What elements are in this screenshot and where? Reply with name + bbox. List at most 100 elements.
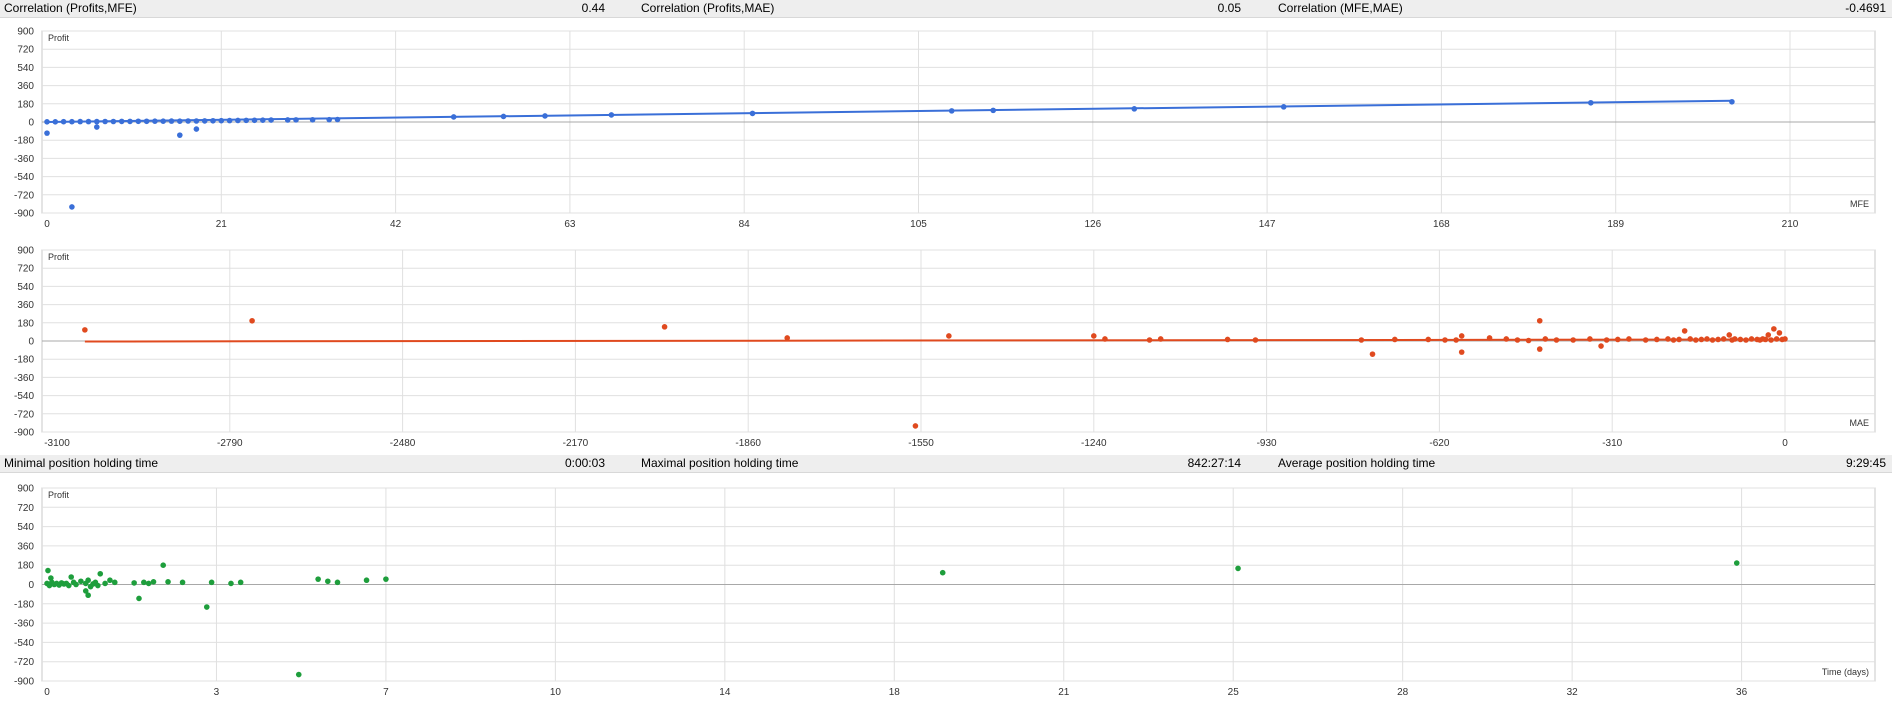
data-point — [228, 580, 234, 587]
data-point — [1698, 336, 1705, 343]
y-tick-label: 900 — [17, 484, 34, 495]
y-tick-label: 360 — [17, 541, 34, 552]
y-axis-title: Profit — [48, 33, 70, 43]
x-tick-label: 10 — [550, 687, 562, 698]
data-point — [749, 110, 756, 117]
data-point — [1587, 336, 1593, 342]
data-point — [1224, 336, 1231, 343]
data-point — [60, 118, 67, 125]
x-tick-label: 189 — [1607, 219, 1624, 230]
y-tick-label: 360 — [17, 81, 34, 92]
y-tick-label: -540 — [14, 172, 34, 183]
data-point — [141, 579, 147, 586]
x-tick-label: -310 — [1602, 438, 1622, 449]
data-point — [73, 581, 79, 588]
data-point — [1458, 349, 1465, 355]
data-point — [1235, 565, 1241, 572]
data-point — [1765, 332, 1772, 338]
data-point — [69, 118, 75, 125]
data-point — [1773, 336, 1780, 342]
corr-profits-mae-value: 0.05 — [1217, 1, 1241, 15]
min-hold-value: 0:00:03 — [564, 456, 605, 470]
data-point — [85, 592, 91, 599]
data-point — [268, 117, 274, 123]
y-tick-label: -540 — [14, 391, 34, 402]
data-point — [243, 117, 249, 124]
x-axis-title: MAE — [1849, 418, 1869, 428]
data-point — [165, 579, 171, 585]
x-tick-label: -930 — [1257, 438, 1277, 449]
data-point — [127, 118, 133, 125]
x-tick-label: 21 — [216, 219, 228, 230]
data-point — [1157, 336, 1164, 342]
data-point — [97, 570, 104, 577]
data-point — [1782, 336, 1788, 342]
data-point — [1514, 337, 1521, 343]
y-tick-label: 720 — [17, 45, 34, 56]
data-point — [1704, 336, 1710, 342]
x-tick-label: 18 — [889, 687, 901, 698]
data-point — [44, 118, 50, 125]
data-point — [85, 118, 92, 125]
min-hold-label: Minimal position holding time — [4, 456, 159, 470]
data-point — [284, 117, 291, 123]
data-point — [78, 578, 84, 585]
data-point — [1252, 337, 1259, 343]
data-point — [334, 579, 341, 586]
data-point — [208, 579, 215, 586]
y-tick-label: 0 — [28, 118, 34, 129]
data-point — [94, 124, 100, 130]
y-tick-label: 540 — [17, 63, 34, 74]
data-point — [1743, 337, 1749, 343]
data-point — [1737, 336, 1744, 343]
x-tick-label: 0 — [44, 687, 50, 698]
data-point — [1732, 336, 1738, 342]
x-tick-label: -1240 — [1081, 438, 1107, 449]
data-point — [160, 562, 166, 568]
y-tick-label: -180 — [14, 136, 34, 147]
data-point — [1536, 317, 1543, 324]
x-tick-label: -1550 — [908, 438, 934, 449]
x-tick-label: 25 — [1228, 687, 1240, 698]
data-point — [784, 335, 791, 341]
x-tick-label: 32 — [1567, 687, 1579, 698]
data-point — [44, 130, 50, 136]
y-tick-label: 180 — [17, 318, 34, 329]
data-point — [111, 579, 118, 586]
y-tick-label: -180 — [14, 599, 34, 610]
y-tick-label: 180 — [17, 99, 34, 110]
data-point — [168, 118, 175, 124]
data-point — [542, 113, 548, 119]
data-point — [1358, 337, 1365, 343]
x-tick-label: -620 — [1429, 438, 1449, 449]
data-point — [65, 582, 72, 589]
data-point — [1681, 328, 1688, 334]
data-point — [160, 118, 166, 124]
data-point — [260, 117, 266, 123]
data-point — [193, 118, 200, 124]
avg-hold-value: 9:29:45 — [1845, 456, 1886, 470]
data-point — [235, 117, 241, 124]
correlation-bar: Correlation (Profits,MFE) 0.44 Correlati… — [0, 0, 1892, 18]
data-point — [1715, 336, 1721, 343]
data-point — [203, 604, 210, 610]
data-point — [1726, 332, 1733, 338]
x-tick-label: -2480 — [390, 438, 416, 449]
y-tick-label: -900 — [14, 209, 34, 220]
data-point — [177, 118, 183, 124]
y-tick-label: -900 — [14, 677, 34, 688]
data-point — [1146, 337, 1153, 343]
data-point — [1771, 326, 1777, 332]
data-point — [1131, 106, 1138, 112]
data-point — [107, 577, 113, 584]
data-point — [661, 324, 668, 330]
y-tick-label: -900 — [14, 428, 34, 439]
data-point — [1442, 337, 1448, 343]
y-tick-label: -180 — [14, 355, 34, 366]
y-tick-label: 720 — [17, 264, 34, 275]
x-tick-label: 21 — [1058, 687, 1070, 698]
data-point — [110, 118, 117, 125]
data-point — [326, 116, 333, 123]
data-point — [315, 576, 321, 582]
data-point — [102, 580, 108, 587]
